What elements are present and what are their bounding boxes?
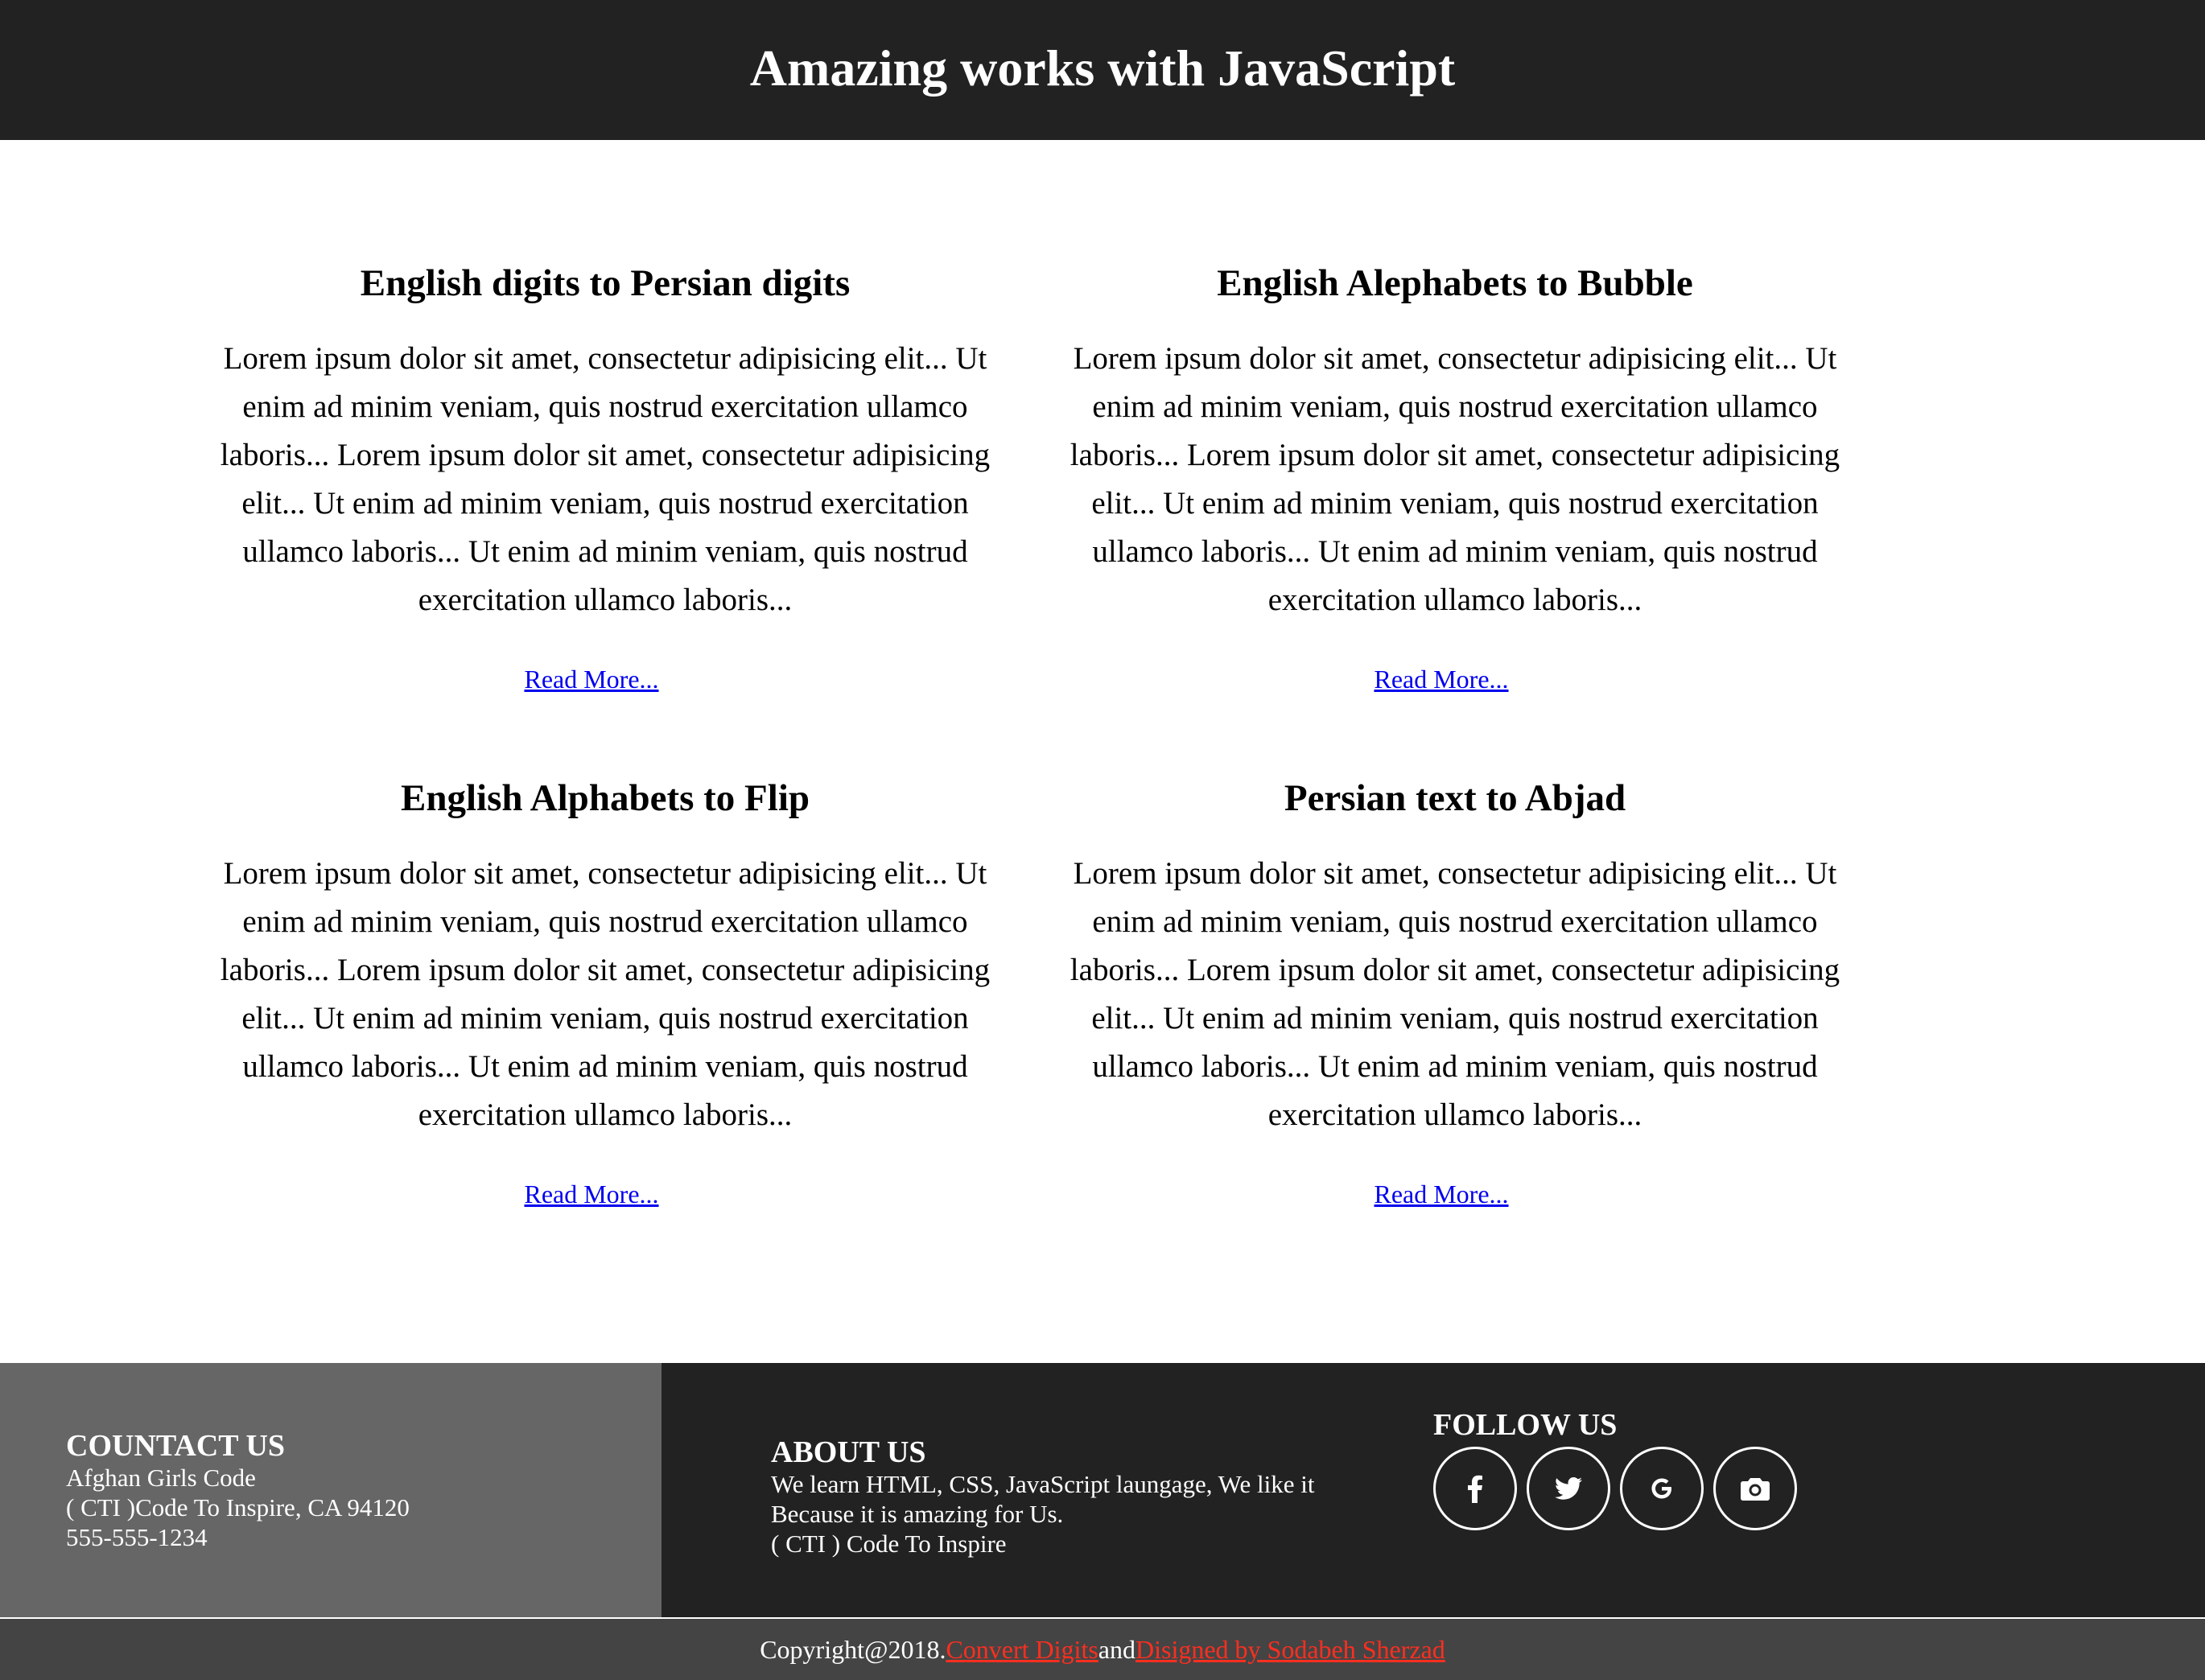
- read-more-link[interactable]: Read More...: [524, 1180, 658, 1209]
- facebook-button[interactable]: [1433, 1447, 1517, 1530]
- copyright-and-text: and: [1098, 1634, 1135, 1664]
- project-card: English Alephabets to Bubble Lorem ipsum…: [1053, 261, 1857, 694]
- read-more-link[interactable]: Read More...: [1374, 665, 1508, 694]
- card-title: English Alephabets to Bubble: [1217, 262, 1693, 304]
- project-card: English Alphabets to Flip Lorem ipsum do…: [203, 776, 1008, 1209]
- card-description: Lorem ipsum dolor sit amet, consectetur …: [1070, 341, 1840, 617]
- camera-button[interactable]: [1713, 1447, 1797, 1530]
- contact-section: COUNTACT US Afghan Girls Code ( CTI )Cod…: [0, 1363, 662, 1617]
- card-title: English Alphabets to Flip: [400, 777, 810, 819]
- twitter-icon: [1555, 1477, 1582, 1500]
- designer-link[interactable]: Disigned by Sodabeh Sherzad: [1135, 1635, 1445, 1665]
- page-title: Amazing works with JavaScript: [749, 39, 1456, 97]
- google-button[interactable]: [1620, 1447, 1704, 1530]
- twitter-button[interactable]: [1527, 1447, 1610, 1530]
- contact-line: ( CTI )Code To Inspire, CA 94120: [66, 1493, 410, 1521]
- card-description: Lorem ipsum dolor sit amet, consectetur …: [1070, 856, 1840, 1132]
- card-description: Lorem ipsum dolor sit amet, consectetur …: [220, 341, 991, 617]
- card-description: Lorem ipsum dolor sit amet, consectetur …: [220, 856, 991, 1132]
- follow-heading: FOLLOW US: [1433, 1408, 1618, 1442]
- site-header: Amazing works with JavaScript: [0, 0, 2205, 140]
- page: Amazing works with JavaScript English di…: [0, 0, 2205, 1680]
- facebook-icon: [1468, 1475, 1482, 1503]
- follow-section: FOLLOW US: [1433, 1408, 1797, 1530]
- card-title: Persian text to Abjad: [1284, 777, 1626, 819]
- project-card: Persian text to Abjad Lorem ipsum dolor …: [1053, 776, 1857, 1209]
- google-icon: [1651, 1478, 1671, 1499]
- convert-digits-link[interactable]: Convert Digits: [946, 1635, 1098, 1665]
- about-line: We learn HTML, CSS, JavaScript laungage,…: [771, 1470, 1315, 1498]
- project-card: English digits to Persian digits Lorem i…: [203, 261, 1008, 694]
- contact-heading: COUNTACT US: [66, 1429, 286, 1463]
- about-line: Because it is amazing for Us.: [771, 1500, 1064, 1528]
- about-heading: ABOUT US: [771, 1435, 926, 1469]
- contact-line: 555-555-1234: [66, 1523, 208, 1551]
- read-more-link[interactable]: Read More...: [1374, 1180, 1508, 1209]
- site-footer: COUNTACT US Afghan Girls Code ( CTI )Cod…: [0, 1363, 2205, 1617]
- about-section: ABOUT US We learn HTML, CSS, JavaScript …: [771, 1435, 1383, 1559]
- about-line: ( CTI ) Code To Inspire: [771, 1530, 1007, 1558]
- social-links: [1433, 1447, 1797, 1530]
- copyright-bar: Copyright@2018. Convert Digits and Disigned…: [0, 1619, 2205, 1680]
- read-more-link[interactable]: Read More...: [524, 665, 658, 694]
- contact-line: Afghan Girls Code: [66, 1464, 256, 1492]
- copyright-text: Copyright@2018.: [760, 1634, 946, 1664]
- card-title: English digits to Persian digits: [360, 262, 851, 304]
- camera-icon: [1741, 1478, 1770, 1501]
